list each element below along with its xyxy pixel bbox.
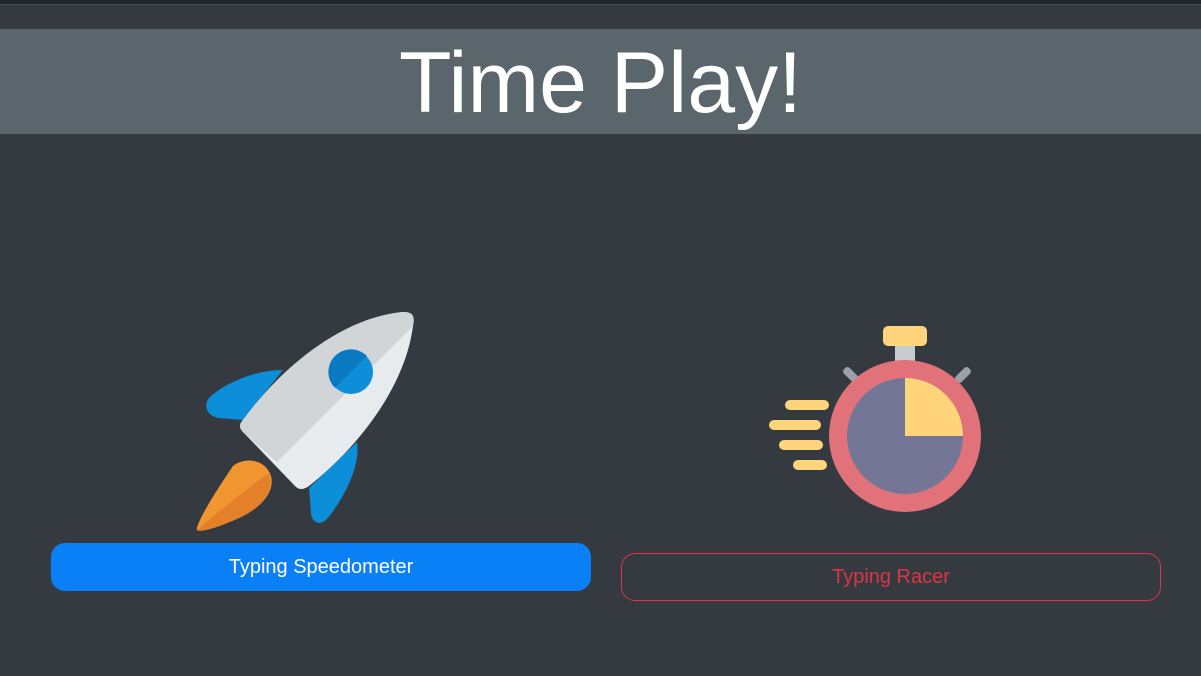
page: Time Play! Typing Speedometer Typing Rac… [0, 0, 1201, 676]
page-title: Time Play! [399, 34, 802, 131]
top-divider [0, 0, 1201, 5]
stopwatch-icon [763, 322, 993, 522]
header-banner: Time Play! [0, 29, 1201, 134]
typing-speedometer-button[interactable]: Typing Speedometer [51, 543, 591, 591]
typing-racer-button[interactable]: Typing Racer [621, 553, 1161, 601]
rocket-icon [191, 308, 431, 538]
